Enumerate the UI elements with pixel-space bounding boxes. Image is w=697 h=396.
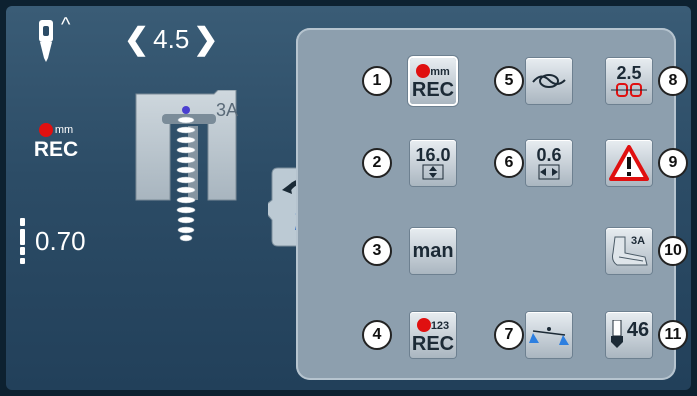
stitch-width-control[interactable]: ❮ 4.5 ❯ — [124, 24, 218, 55]
manual-buttonhole-button[interactable]: man — [410, 228, 456, 274]
rec-mm-button[interactable]: mm REC — [410, 58, 456, 104]
badge-4: 4 — [362, 320, 392, 350]
presser-foot-illustration: 3A — [135, 89, 238, 242]
rec-unit: mm — [54, 123, 74, 136]
rec-counter-unit: 123 — [430, 320, 450, 332]
presser-foot-number: 3A — [631, 235, 645, 247]
needle-foot-icon — [610, 320, 623, 348]
presser-foot-button[interactable]: 3A — [606, 228, 652, 274]
cutting-space-value: 0.6 — [536, 145, 562, 165]
sewing-machine-screen: ^ ❮ 4.5 ❯ mm REC 0.70 3A 1 mm REC 5 8 2.… — [6, 6, 691, 390]
securing-button[interactable] — [526, 58, 572, 104]
balance-button[interactable] — [526, 312, 572, 358]
balance-icon — [529, 327, 569, 345]
badge-2: 2 — [362, 148, 392, 178]
rec-counter-label: REC — [411, 333, 455, 355]
cutting-space-button[interactable]: 0.6 — [526, 140, 572, 186]
badge-8: 8 — [658, 66, 688, 96]
badge-6: 6 — [494, 148, 524, 178]
badge-9: 9 — [658, 148, 688, 178]
stitch-length-icon — [20, 218, 25, 264]
needle-up-indicator: ^ — [61, 14, 71, 36]
needle-icon[interactable] — [36, 20, 56, 62]
badge-1: 1 — [362, 66, 392, 96]
bobbin-counter-button[interactable]: 46 — [606, 312, 652, 358]
buttonhole-icon — [611, 83, 647, 97]
badge-3: 3 — [362, 236, 392, 266]
buttonhole-slit-value: 2.5 — [616, 63, 642, 83]
badge-5: 5 — [494, 66, 524, 96]
rec-mm-unit: mm — [430, 66, 450, 78]
presser-foot-image: 3A — [124, 89, 249, 250]
buttonhole-length-value: 16.0 — [415, 145, 451, 165]
rec-dot-icon — [416, 317, 431, 332]
rec-dot-icon — [38, 122, 53, 137]
bobbin-counter-value: 46 — [626, 319, 650, 341]
badge-10: 10 — [658, 236, 688, 266]
rec-label: REC — [33, 138, 79, 161]
securing-knot-icon — [532, 74, 566, 88]
badge-7: 7 — [494, 320, 524, 350]
width-arrows-icon — [538, 164, 560, 180]
presser-foot-icon: 3A — [612, 235, 648, 266]
badge-11: 11 — [658, 320, 688, 350]
chevron-right-icon[interactable]: ❯ — [193, 24, 218, 55]
warning-icon — [609, 145, 649, 181]
buttonhole-slit-button[interactable]: 2.5 — [606, 58, 652, 104]
foot-number-label: 3A — [216, 100, 238, 120]
stitch-width-value: 4.5 — [153, 24, 190, 54]
chevron-left-icon[interactable]: ❮ — [124, 24, 149, 55]
rec-mm-label: REC — [411, 79, 455, 101]
length-arrows-icon — [422, 164, 444, 180]
stitch-length-control[interactable]: 0.70 — [20, 218, 86, 264]
rec-counter-button[interactable]: 123 REC — [410, 312, 456, 358]
manual-label: man — [412, 239, 454, 262]
function-panel: 1 mm REC 5 8 2.5 2 16.0 6 0.6 9 3 man 10… — [296, 28, 688, 380]
warning-button[interactable] — [606, 140, 652, 186]
rec-mm-indicator: mm REC — [28, 121, 84, 161]
rec-dot-icon — [416, 63, 431, 78]
buttonhole-length-button[interactable]: 16.0 — [410, 140, 456, 186]
stitch-length-value: 0.70 — [35, 225, 86, 256]
